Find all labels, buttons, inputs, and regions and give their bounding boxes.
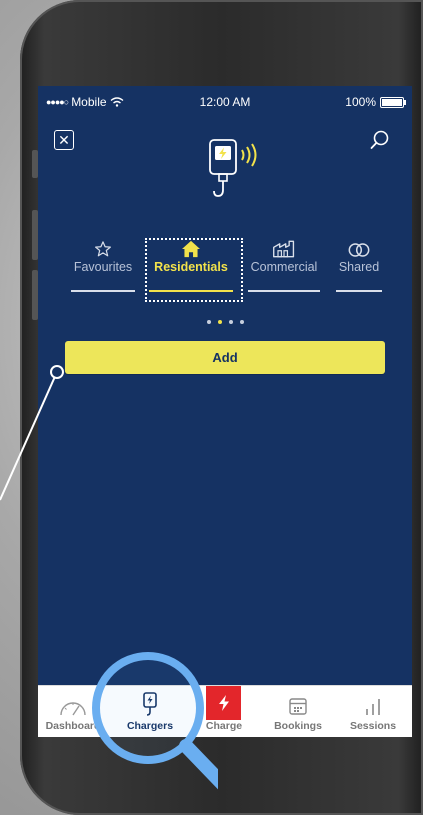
- battery-status: 100%: [345, 95, 406, 109]
- close-icon: ✕: [58, 132, 70, 148]
- page-dot[interactable]: [239, 320, 244, 324]
- tab-label: Commercial: [250, 260, 318, 274]
- stage: ●●●●○ Mobile 12:00 AM 100% ✕ Favourites …: [0, 0, 423, 815]
- tab-favourites[interactable]: Favourites: [71, 236, 135, 292]
- page-dot[interactable]: [206, 320, 211, 324]
- tab-label: Shared: [338, 260, 380, 274]
- nav-sessions[interactable]: Sessions: [338, 686, 408, 737]
- page-dot-active[interactable]: [217, 320, 222, 324]
- page-dot[interactable]: [228, 320, 233, 324]
- search-icon[interactable]: [370, 130, 390, 150]
- star-icon: [71, 236, 135, 258]
- home-icon: [149, 236, 233, 258]
- nav-label: Sessions: [349, 720, 397, 732]
- charger-category-tabs: Favourites Residentials Commercial Share…: [68, 236, 388, 298]
- app-screen: ●●●●○ Mobile 12:00 AM 100% ✕ Favourites …: [38, 86, 412, 737]
- tab-residentials[interactable]: Residentials: [149, 236, 233, 292]
- page-indicator: [38, 320, 412, 324]
- charger-logo-icon: [209, 139, 257, 197]
- factory-icon: [248, 236, 320, 258]
- status-bar: ●●●●○ Mobile 12:00 AM 100%: [38, 86, 412, 116]
- calendar-icon: [263, 686, 333, 716]
- nav-label: Bookings: [274, 720, 322, 732]
- close-button[interactable]: ✕: [54, 130, 74, 150]
- add-button[interactable]: Add: [65, 341, 385, 374]
- battery-percent: 100%: [345, 95, 376, 109]
- rings-icon: [336, 236, 382, 258]
- tab-label: Favourites: [73, 260, 133, 274]
- battery-icon: [380, 96, 406, 108]
- tab-label: Residentials: [154, 260, 228, 274]
- bar-chart-icon: [338, 686, 408, 716]
- nav-bookings[interactable]: Bookings: [263, 686, 333, 737]
- tab-shared[interactable]: Shared: [336, 236, 382, 292]
- magnifier-icon: [92, 652, 218, 790]
- tab-commercial[interactable]: Commercial: [248, 236, 320, 292]
